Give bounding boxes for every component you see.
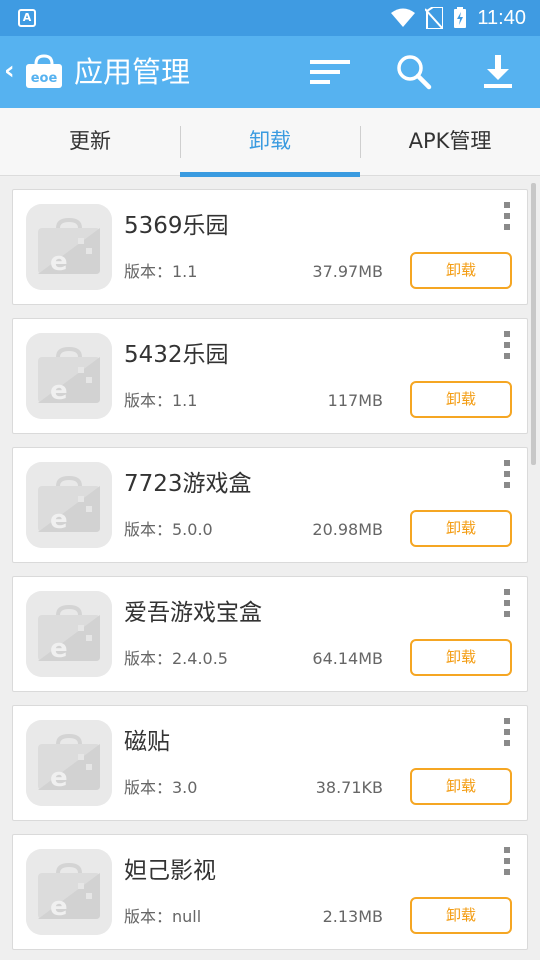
app-logo-icon[interactable]: eoe [22,52,66,92]
uninstall-button[interactable]: 卸载 [410,897,512,934]
app-size: 2.13MB [322,907,383,926]
app-placeholder-icon: e [26,462,112,548]
svg-text:e: e [50,247,68,277]
app-list[interactable]: e 5369乐园 版本：1.1 37.97MB 卸载 e 5432乐园 版本：1… [0,177,540,960]
tab-apk-manage[interactable]: APK管理 [360,108,540,176]
uninstall-button[interactable]: 卸载 [410,252,512,289]
clock: 11:40 [477,6,526,29]
app-name: 妲己影视 [124,858,216,884]
app-name: 爱吾游戏宝盒 [124,600,262,626]
app-name: 5432乐园 [124,342,229,368]
app-placeholder-icon: e [26,333,112,419]
app-placeholder-icon: e [26,849,112,935]
app-version: 版本：3.0 [124,778,198,797]
back-chevron-icon[interactable]: ‹ [4,58,15,84]
app-list-item[interactable]: e 爱吾游戏宝盒 版本：2.4.0.5 64.14MB 卸载 [12,576,528,692]
app-list-item[interactable]: e 磁贴 版本：3.0 38.71KB 卸载 [12,705,528,821]
uninstall-button[interactable]: 卸载 [410,768,512,805]
tab-uninstall[interactable]: 卸载 [180,108,360,177]
status-icons: 11:40 [391,0,526,36]
app-version: 版本：1.1 [124,262,198,281]
app-placeholder-icon: e [26,204,112,290]
app-size: 64.14MB [312,649,383,668]
app-placeholder-icon: e [26,591,112,677]
app-name: 7723游戏盒 [124,471,252,497]
app-name: 磁贴 [124,729,170,755]
app-size: 37.97MB [312,262,383,281]
app-list-item[interactable]: e 7723游戏盒 版本：5.0.0 20.98MB 卸载 [12,447,528,563]
battery-charging-icon [454,7,467,28]
status-bar: A 11:40 [0,0,540,36]
sort-icon[interactable] [308,52,352,92]
app-version: 版本：null [124,907,202,926]
app-list-item[interactable]: e 5432乐园 版本：1.1 117MB 卸载 [12,318,528,434]
svg-text:e: e [50,892,68,922]
uninstall-button[interactable]: 卸载 [410,510,512,547]
svg-text:e: e [50,763,68,793]
svg-text:e: e [50,376,68,406]
more-vertical-icon[interactable] [500,718,514,746]
more-vertical-icon[interactable] [500,202,514,230]
app-version: 版本：5.0.0 [124,520,213,539]
more-vertical-icon[interactable] [500,331,514,359]
scrollbar[interactable] [531,183,536,465]
no-sim-icon [425,7,444,29]
tab-bar: 更新 卸载 APK管理 [0,108,540,177]
uninstall-button[interactable]: 卸载 [410,381,512,418]
tab-update[interactable]: 更新 [0,108,180,176]
page-title: 应用管理 [74,55,191,89]
more-vertical-icon[interactable] [500,847,514,875]
svg-text:e: e [50,634,68,664]
more-vertical-icon[interactable] [500,460,514,488]
app-placeholder-icon: e [26,720,112,806]
notification-app-icon: A [18,9,36,27]
app-size: 38.71KB [315,778,383,797]
app-list-item[interactable]: e 妲己影视 版本：null 2.13MB 卸载 [12,834,528,950]
more-vertical-icon[interactable] [500,589,514,617]
app-version: 版本：2.4.0.5 [124,649,228,668]
app-name: 5369乐园 [124,213,229,239]
wifi-icon [391,8,416,27]
download-icon[interactable] [476,52,520,92]
app-list-item[interactable]: e 5369乐园 版本：1.1 37.97MB 卸载 [12,189,528,305]
app-version: 版本：1.1 [124,391,198,410]
app-bar: ‹ eoe 应用管理 [0,36,540,108]
search-icon[interactable] [392,52,436,92]
uninstall-button[interactable]: 卸载 [410,639,512,676]
app-size: 20.98MB [312,520,383,539]
svg-text:eoe: eoe [31,71,58,86]
svg-text:e: e [50,505,68,535]
app-size: 117MB [327,391,383,410]
